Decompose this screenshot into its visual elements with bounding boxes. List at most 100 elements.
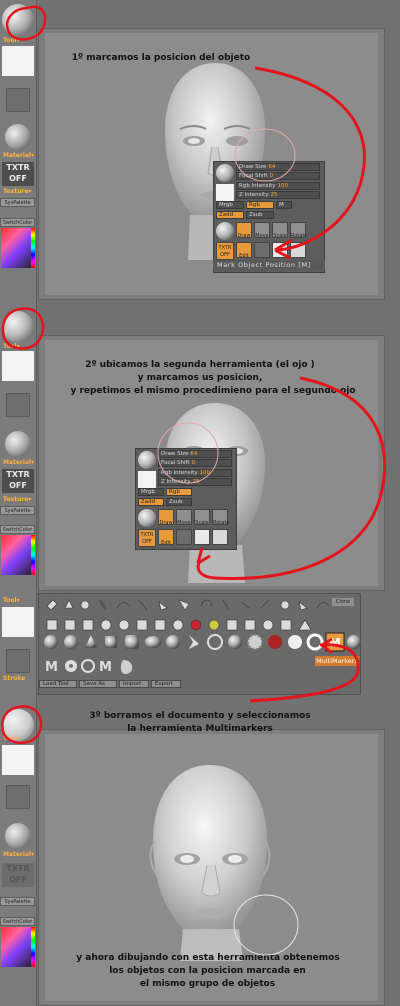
brush-icon — [138, 599, 148, 611]
material-menu-label[interactable]: Material▾ — [3, 851, 34, 858]
cube-icon — [105, 636, 117, 648]
color-picker[interactable] — [1, 535, 34, 575]
multimarker-icon[interactable] — [272, 242, 288, 258]
draw-button[interactable]: Draw — [158, 509, 174, 526]
step-4-instruction-line-1: y ahora dibujando con esta herramienta o… — [76, 953, 340, 963]
scale-button[interactable]: Scale — [272, 222, 288, 239]
m-button[interactable]: M — [276, 201, 292, 209]
tool-menu-label[interactable]: Tool▾ — [3, 597, 20, 604]
edit-button[interactable]: Edit — [236, 242, 252, 259]
rotate-button[interactable]: Rotate — [212, 509, 229, 526]
brush-icon — [116, 602, 130, 609]
material-sphere[interactable] — [5, 823, 31, 849]
material-sphere[interactable] — [5, 124, 31, 150]
material-menu-label[interactable]: Material▾ — [3, 152, 34, 159]
svg-text:M: M — [45, 660, 58, 675]
stroke-slot[interactable] — [6, 785, 30, 809]
tool-menu-label[interactable]: Tool▾ — [3, 735, 20, 742]
step-2-instruction-line-2: y marcamos us posicion, — [137, 373, 263, 383]
brush-thumbnail[interactable] — [138, 451, 156, 469]
tool-menu-label[interactable]: Tool▾ — [3, 37, 20, 44]
rgb-intensity-label: Rgb Intensity — [161, 470, 198, 476]
zadd-button[interactable]: Zadd — [216, 211, 244, 219]
head-subtool-icon — [120, 660, 133, 674]
switchcolor-button[interactable]: SwitchColor — [0, 917, 35, 926]
alpha-slot[interactable] — [2, 745, 34, 775]
stroke-slot[interactable] — [6, 393, 30, 417]
alpha-slot[interactable] — [2, 351, 34, 381]
color-picker[interactable] — [1, 228, 34, 268]
texture-off-button[interactable]: TXTR OFF — [2, 469, 34, 493]
stroke-slot[interactable] — [6, 649, 30, 673]
save-as-button[interactable]: Save As — [79, 680, 117, 688]
brush-thumbnail[interactable] — [216, 164, 234, 182]
svg-text:M: M — [329, 636, 341, 650]
rotate-button[interactable]: Rotate — [290, 222, 307, 239]
rgb-intensity-slider[interactable]: Rgb Intensity 100 — [158, 469, 232, 477]
tutorial-composite: Tool▾ Material▾ TXTR OFF Texture▾ SysPal… — [0, 0, 400, 1006]
move-button[interactable]: Move — [176, 509, 192, 526]
texture-menu-label[interactable]: Texture▾ — [3, 188, 31, 195]
material-menu-label[interactable]: Material▾ — [3, 459, 34, 466]
rgb-button[interactable]: Rgb — [166, 488, 192, 496]
z-intensity-slider[interactable]: Z Intensity 25 — [158, 478, 232, 486]
material-thumbnail[interactable] — [138, 509, 156, 527]
tool-menu-label[interactable]: Tool▾ — [3, 343, 20, 350]
focal-shift-slider[interactable]: Focal Shift 0 — [158, 459, 232, 467]
brush-stroke-icon[interactable] — [290, 242, 306, 258]
camera-icon[interactable] — [254, 242, 270, 258]
import-button[interactable]: Import — [119, 680, 149, 688]
draw-size-slider[interactable]: Draw Size 64 — [158, 450, 232, 458]
hue-strip[interactable] — [31, 228, 35, 268]
texture-off-button[interactable]: TXTR OFF — [2, 863, 34, 887]
hue-strip[interactable] — [31, 927, 35, 967]
zsub-button[interactable]: Zsub — [246, 211, 274, 219]
current-tool-thumbnail[interactable] — [2, 311, 34, 343]
brush-icon — [316, 602, 330, 609]
multimarkers-label[interactable]: MultiMarkers — [315, 656, 359, 666]
color-picker[interactable] — [1, 927, 34, 967]
texture-off-button[interactable]: TXTR OFF — [2, 162, 34, 186]
sphere-icon — [288, 635, 302, 649]
load-tool-button[interactable]: Load Tool — [39, 680, 77, 688]
material-thumbnail[interactable] — [216, 222, 234, 240]
syspalette-button[interactable]: SysPalette — [0, 897, 35, 906]
export-button[interactable]: Export — [151, 680, 181, 688]
brush-stroke-icon[interactable] — [212, 529, 228, 545]
scale-button[interactable]: Scale — [194, 509, 210, 526]
switchcolor-button[interactable]: SwitchColor — [0, 525, 35, 534]
hue-strip[interactable] — [31, 535, 35, 575]
move-button[interactable]: Move — [254, 222, 270, 239]
draw-button[interactable]: Draw — [236, 222, 252, 239]
zadd-button[interactable]: Zadd — [138, 498, 164, 506]
stroke-slot[interactable] — [6, 88, 30, 112]
brush-icon — [280, 619, 292, 631]
stroke-menu-label[interactable]: Stroke — [3, 675, 25, 682]
txtr-off-button[interactable]: TXTR OFF — [216, 242, 234, 260]
edit-button[interactable]: Edit — [158, 529, 174, 546]
alpha-slot[interactable] — [2, 607, 34, 637]
syspalette-button[interactable]: SysPalette — [0, 198, 35, 207]
switchcolor-button[interactable]: SwitchColor — [0, 218, 35, 227]
alpha-slot[interactable] — [2, 46, 34, 76]
camera-icon[interactable] — [176, 529, 192, 545]
z-intensity-slider[interactable]: Z Intensity 25 — [236, 191, 320, 199]
draw-size-slider[interactable]: Draw Size 64 — [236, 163, 320, 171]
focal-shift-slider[interactable]: Focal Shift 0 — [236, 172, 320, 180]
txtr-off-button[interactable]: TXTR OFF — [138, 529, 156, 547]
syspalette-button[interactable]: SysPalette — [0, 506, 35, 515]
mrgb-button[interactable]: Mrgb — [138, 488, 164, 496]
clone-button[interactable]: Clone — [332, 598, 354, 606]
rgb-intensity-slider[interactable]: Rgb Intensity 100 — [236, 182, 320, 190]
brush-popup: Draw Size 64 Focal Shift 0 Rgb Intensity 10… — [213, 161, 325, 273]
brush-icon — [200, 599, 212, 607]
multimarker-icon[interactable] — [194, 529, 210, 545]
current-tool-thumbnail[interactable] — [2, 4, 34, 36]
focal-shift-value: 0 — [191, 460, 196, 466]
zsub-button[interactable]: Zsub — [166, 498, 192, 506]
material-sphere[interactable] — [5, 431, 31, 457]
rgb-button[interactable]: Rgb — [246, 201, 274, 209]
step-3-instruction-line-2: la herramienta Multimarkers — [127, 724, 273, 734]
mrgb-button[interactable]: Mrgb — [216, 201, 244, 209]
texture-menu-label[interactable]: Texture▾ — [3, 496, 31, 503]
